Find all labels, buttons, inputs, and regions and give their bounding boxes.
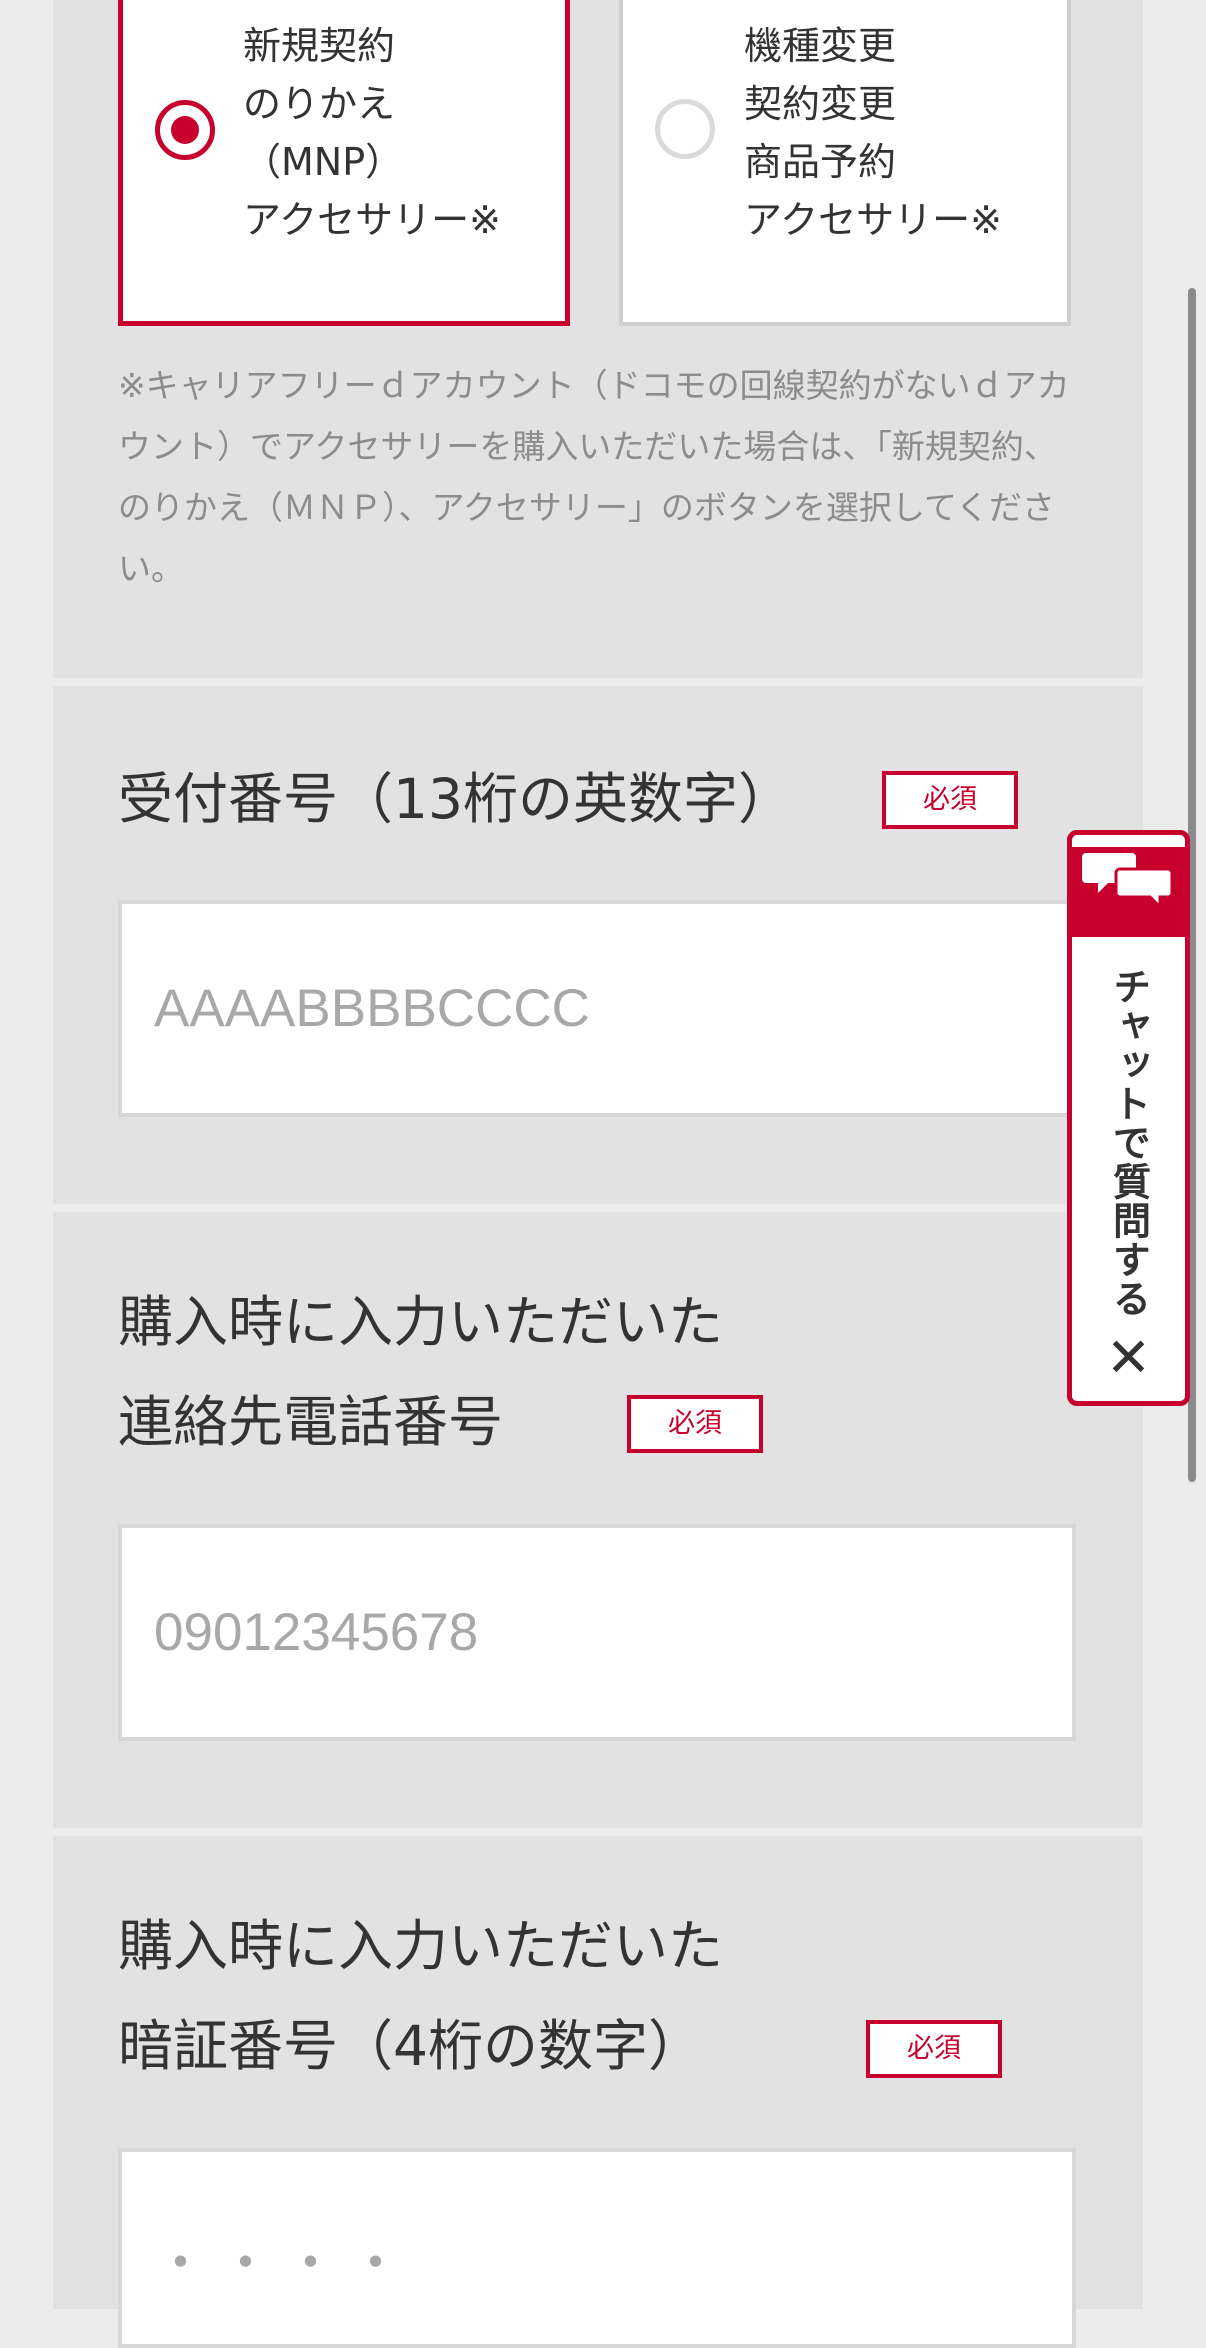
required-badge: 必須 [627, 1395, 763, 1453]
contract-type-option-change[interactable]: 機種変更 契約変更 商品予約 アクセサリー※ [619, 0, 1071, 326]
receipt-number-label: 受付番号（13桁の英数字） [118, 767, 793, 831]
pin-label: 購入時に入力いただいた 暗証番号（4桁の数字） [118, 1914, 724, 2078]
required-badge: 必須 [866, 2020, 1002, 2078]
radio-unselected-icon[interactable] [655, 99, 715, 159]
chat-bubbles-icon [1081, 853, 1173, 909]
radio-selected-icon[interactable] [155, 100, 215, 160]
chat-header [1072, 847, 1185, 937]
required-badge: 必須 [882, 771, 1018, 829]
close-icon[interactable]: ✕ [1072, 1331, 1185, 1385]
accessory-note: ※キャリアフリーｄアカウント（ドコモの回線契約がないｄアカウント）でアクセサリー… [118, 366, 1070, 588]
contract-type-option-new-label: 新規契約 のりかえ （MNP） アクセサリー※ [243, 24, 501, 242]
pin-input[interactable] [118, 2148, 1076, 2348]
chat-widget-tab[interactable]: チャットで質問する ✕ [1067, 830, 1190, 1406]
receipt-number-input[interactable] [118, 900, 1076, 1117]
chat-widget-label: チャットで質問する [1106, 967, 1151, 1318]
contract-type-option-change-label: 機種変更 契約変更 商品予約 アクセサリー※ [744, 24, 1002, 242]
contract-type-option-new[interactable]: 新規契約 のりかえ （MNP） アクセサリー※ [118, 0, 570, 326]
contact-phone-input[interactable] [118, 1524, 1076, 1741]
